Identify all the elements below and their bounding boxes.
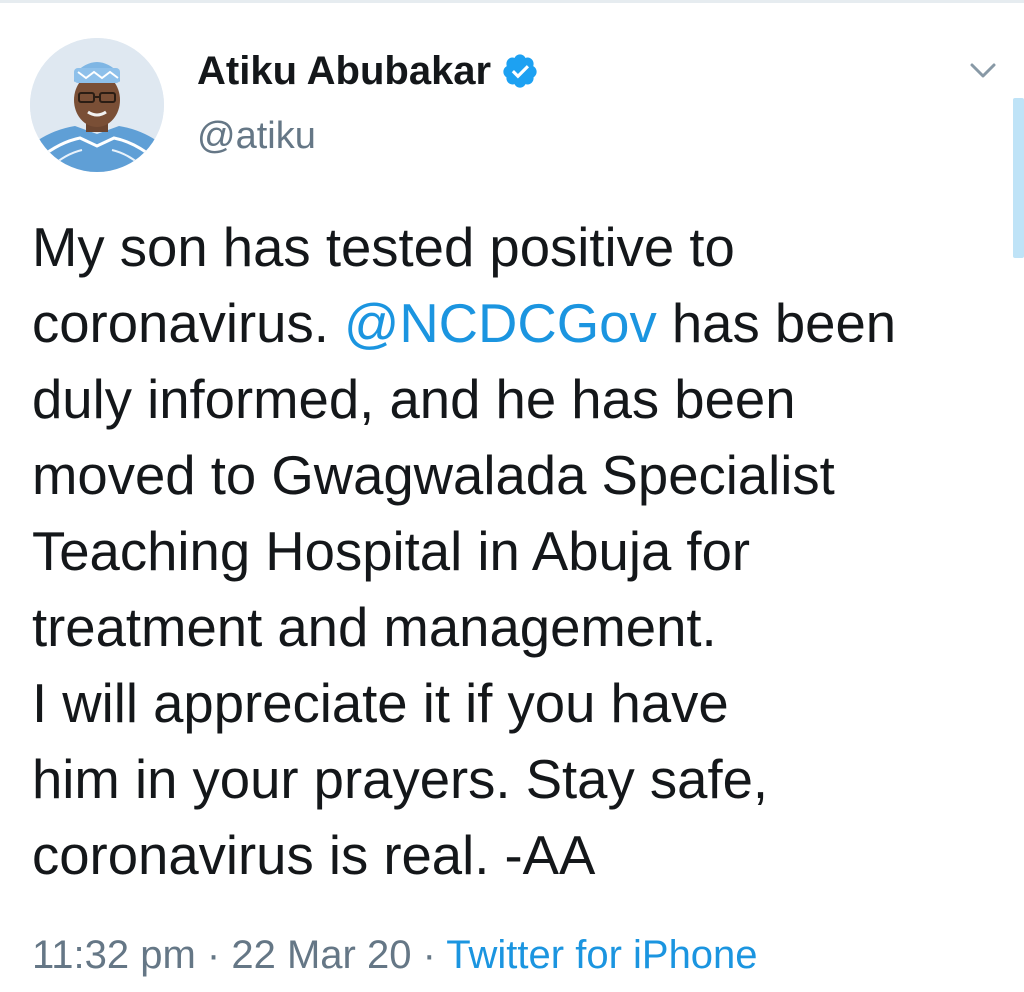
tweet-text-segment: Teaching Hospital in Abuja for	[32, 521, 751, 582]
meta-separator: ·	[195, 933, 232, 977]
tweet-text-line: moved to Gwagwalada Specialist	[32, 438, 1007, 514]
tweet-text-segment: duly informed, and he has been	[32, 369, 796, 430]
tweet-text-line: Teaching Hospital in Abuja for	[32, 514, 1007, 590]
tweet-time[interactable]: 11:32 pm	[32, 933, 196, 977]
author-display-name[interactable]: Atiku Abubakar	[197, 48, 539, 94]
tweet-text-line: him in your prayers. Stay safe,	[32, 742, 1007, 818]
tweet-text-line: coronavirus. @NCDCGov has been	[32, 286, 1007, 362]
author-name-text[interactable]: Atiku Abubakar	[197, 48, 491, 94]
tweet-text-line: My son has tested positive to	[32, 210, 1007, 286]
tweet-text-segment: coronavirus.	[32, 293, 344, 354]
tweet-text-segment: My son has tested positive to	[32, 217, 735, 278]
tweet-text-line: duly informed, and he has been	[32, 362, 1007, 438]
verified-badge-icon	[501, 52, 539, 90]
tweet-text-segment: moved to Gwagwalada Specialist	[32, 445, 835, 506]
tweet-text-line: coronavirus is real. -AA	[32, 818, 1007, 894]
tweet-text-line: I will appreciate it if you have	[32, 666, 1007, 742]
tweet-text-segment: him in your prayers. Stay safe,	[32, 749, 769, 810]
mention-link[interactable]: @NCDCGov	[344, 293, 657, 354]
author-handle[interactable]: @atiku	[197, 114, 316, 158]
tweet-text-segment: treatment and management.	[32, 597, 717, 658]
tweet-text-segment: I will appreciate it if you have	[32, 673, 729, 734]
avatar-image	[30, 38, 164, 172]
tweet-source-link[interactable]: Twitter for iPhone	[446, 933, 757, 977]
avatar[interactable]	[30, 38, 164, 172]
tweet-text-line: treatment and management.	[32, 590, 1007, 666]
chevron-down-icon[interactable]	[966, 56, 1000, 84]
tweet-metadata: 11:32 pm · 22 Mar 20 · Twitter for iPhon…	[32, 930, 758, 980]
tweet-text: My son has tested positive to coronaviru…	[32, 210, 1007, 894]
tweet-text-segment: coronavirus is real. -AA	[32, 825, 596, 886]
tweet-text-segment: has been	[656, 293, 897, 354]
meta-separator: ·	[411, 933, 447, 977]
scrollbar[interactable]	[1013, 98, 1024, 258]
top-divider	[0, 0, 1024, 3]
tweet-date[interactable]: 22 Mar 20	[231, 933, 411, 977]
